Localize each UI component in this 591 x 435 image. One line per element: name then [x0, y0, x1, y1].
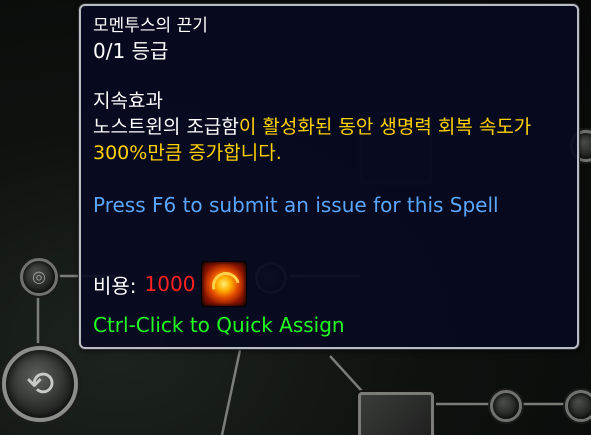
cost-row: 비용: 1000	[93, 261, 248, 307]
talent-node-left[interactable]: ◎	[20, 258, 58, 296]
report-issue-hint: Press F6 to submit an issue for this Spe…	[93, 193, 499, 217]
quick-assign-hint: Ctrl-Click to Quick Assign	[93, 313, 345, 337]
talent-tree-view: ◎ ⟲ 모멘투스의 끈기 0/1 등급 지속효과 노스트윈의 조급함이 활성화된…	[0, 0, 591, 435]
talent-node-bottom-right[interactable]	[490, 390, 522, 422]
talent-icon-bottom[interactable]	[358, 392, 434, 435]
spec-emblem-icon: ⟲	[25, 364, 55, 404]
fire-swirl-icon	[201, 261, 248, 307]
effect-description: 노스트윈의 조급함이 활성화된 동안 생명력 회복 속도가 300%만큼 증가합…	[93, 114, 563, 166]
talent-node-bottom-far-right[interactable]	[565, 390, 591, 422]
talent-node-glyph-icon: ◎	[32, 267, 46, 286]
cost-label: 비용:	[93, 273, 137, 298]
cost-value: 1000	[144, 272, 196, 296]
talent-spec-icon[interactable]: ⟲	[2, 346, 78, 422]
effect-section-title: 지속효과	[93, 90, 163, 112]
spell-tooltip: 모멘투스의 끈기 0/1 등급 지속효과 노스트윈의 조급함이 활성화된 동안 …	[79, 4, 579, 349]
description-linked-spell: 노스트윈의 조급함	[93, 116, 239, 138]
spell-name: 모멘투스의 끈기	[93, 16, 208, 36]
spell-rank: 0/1 등급	[93, 39, 169, 63]
